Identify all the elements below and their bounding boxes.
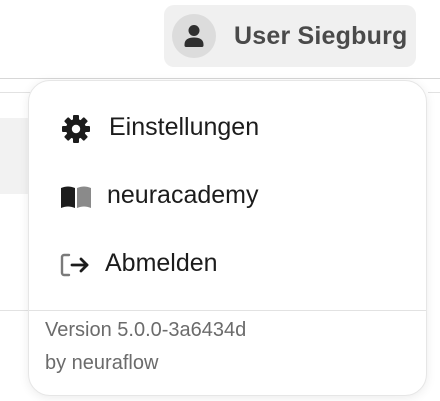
menu-item-label: neuracademy (107, 181, 259, 209)
top-header: User Siegburg (0, 0, 440, 79)
version-text: Version 5.0.0-3a6434d (45, 319, 247, 341)
user-name: User Siegburg (234, 22, 408, 50)
menu-item-neuracademy[interactable]: neuracademy (29, 167, 426, 225)
background-divider (428, 92, 440, 93)
menu-item-label: Einstellungen (109, 113, 260, 141)
byline-text: by neuraflow (45, 352, 159, 374)
menu-item-label: Abmelden (105, 249, 218, 277)
menu-divider (29, 310, 426, 311)
user-dropdown-menu: Einstellungen neuracademy Abmelden Versi… (28, 80, 427, 396)
gear-icon (59, 114, 93, 144)
menu-item-logout[interactable]: Abmelden (29, 235, 426, 293)
person-icon (184, 25, 204, 47)
user-menu-button[interactable]: User Siegburg (164, 5, 416, 67)
avatar (172, 14, 216, 58)
background-selected-row (0, 118, 30, 194)
background-divider (0, 310, 30, 311)
book-icon (59, 182, 93, 212)
menu-item-settings[interactable]: Einstellungen (29, 99, 426, 157)
logout-icon (59, 250, 93, 280)
